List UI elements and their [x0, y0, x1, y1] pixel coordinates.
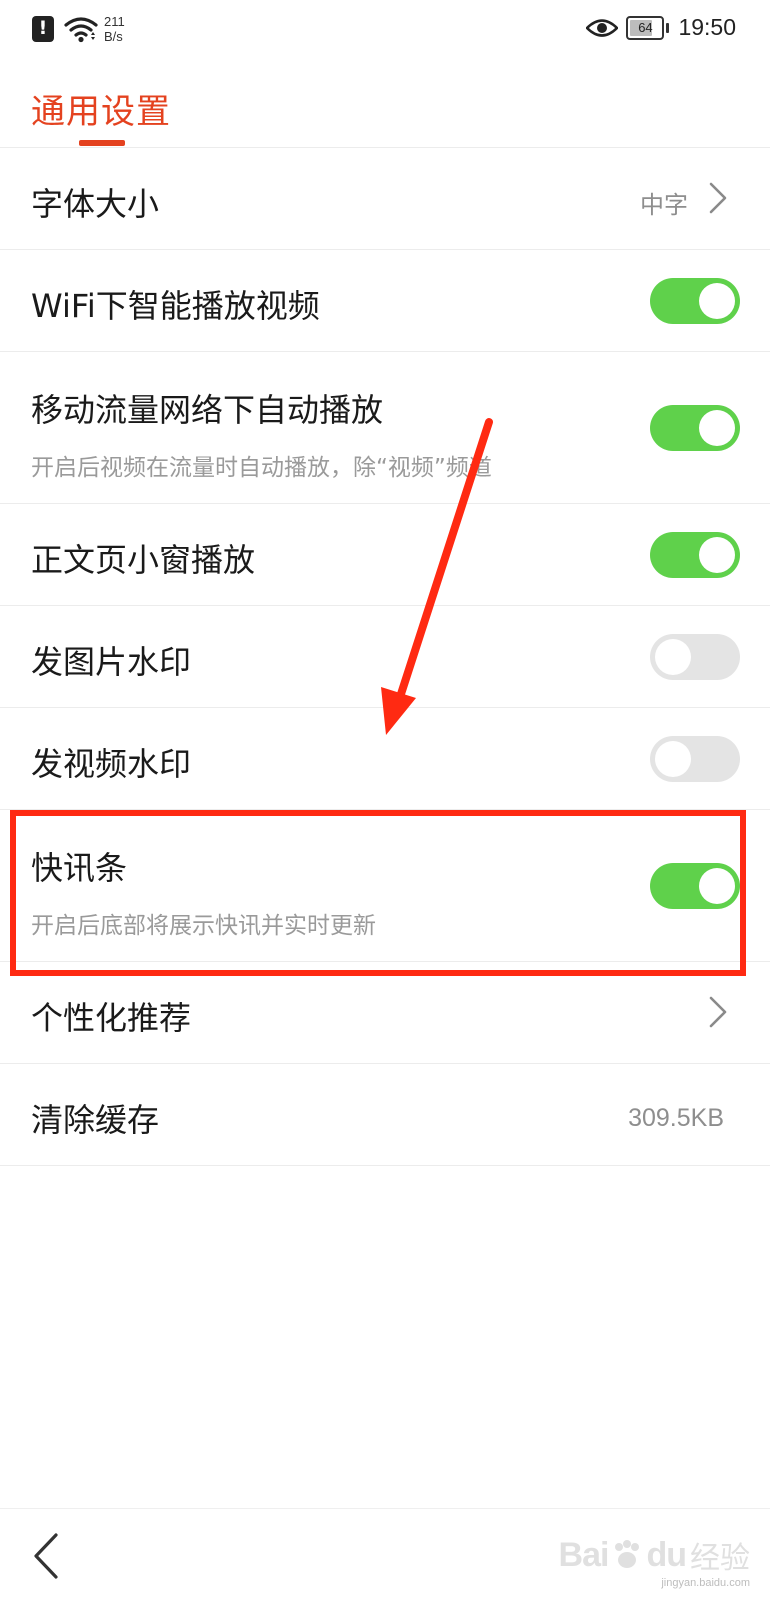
toggle-knob — [655, 741, 691, 777]
toggle-knob — [699, 410, 735, 446]
list-divider — [0, 1165, 770, 1166]
battery-level: 64 — [638, 19, 653, 35]
wifi-autoplay-toggle[interactable] — [650, 278, 740, 324]
clock: 19:50 — [678, 14, 736, 40]
watermark-url: jingyan.baidu.com — [661, 1577, 750, 1589]
cache-size: 309.5KB — [628, 1104, 724, 1132]
setting-label: 发视频水印 — [31, 745, 192, 783]
status-right: 64 19:50 — [586, 14, 736, 41]
setting-label: 清除缓存 — [31, 1101, 160, 1139]
chevron-right-icon — [709, 182, 727, 214]
mobile-autoplay-toggle[interactable] — [650, 405, 740, 451]
setting-article-mini-player: 正文页小窗播放 — [0, 503, 770, 605]
setting-description: 开启后视频在流量时自动播放，除“视频”频道 — [31, 455, 492, 481]
image-watermark-toggle[interactable] — [650, 634, 740, 680]
network-speed-unit: B/s — [104, 29, 123, 44]
network-speed: 211 B/s — [104, 14, 125, 44]
title-underline — [79, 140, 125, 146]
toggle-knob — [699, 537, 735, 573]
page-title: 通用设置 — [31, 92, 171, 132]
setting-mobile-autoplay: 移动流量网络下自动播放 开启后视频在流量时自动播放，除“视频”频道 — [0, 351, 770, 503]
setting-label: 正文页小窗播放 — [31, 541, 256, 579]
video-watermark-toggle[interactable] — [650, 736, 740, 782]
setting-video-watermark: 发视频水印 — [0, 707, 770, 809]
setting-label: 移动流量网络下自动播放 — [31, 391, 384, 429]
chevron-right-icon — [709, 996, 727, 1028]
paw-icon — [615, 1540, 640, 1568]
setting-value: 中字 — [640, 191, 688, 219]
network-speed-value: 211 — [104, 14, 125, 29]
toggle-knob — [699, 283, 735, 319]
watermark-tag: 经验 — [690, 1541, 750, 1576]
eye-icon — [586, 18, 619, 37]
setting-personalized-recommendation[interactable]: 个性化推荐 — [0, 961, 770, 1063]
status-left: 211 B/s — [32, 14, 125, 44]
setting-label: WiFi下智能播放视频 — [31, 287, 320, 325]
wifi-icon — [64, 17, 98, 43]
alert-icon — [32, 16, 54, 42]
toggle-knob — [655, 639, 691, 675]
setting-label: 字体大小 — [31, 185, 160, 223]
setting-image-watermark: 发图片水印 — [0, 605, 770, 707]
settings-list: 字体大小 中字 WiFi下智能播放视频 移动流量网络下自动播放 开启后视频在流量… — [0, 147, 770, 1166]
setting-label: 个性化推荐 — [31, 999, 192, 1037]
bottom-navigation: Bai du 经验 jingyan.baidu.com — [0, 1508, 770, 1601]
battery-icon: 64 — [626, 15, 670, 40]
annotation-highlight-box — [10, 810, 746, 976]
watermark-brand-suffix: du — [646, 1535, 687, 1574]
setting-clear-cache[interactable]: 清除缓存 309.5KB — [0, 1063, 770, 1165]
mini-player-toggle[interactable] — [650, 532, 740, 578]
setting-font-size[interactable]: 字体大小 中字 — [0, 147, 770, 249]
watermark-brand: Bai — [558, 1535, 610, 1574]
setting-label: 发图片水印 — [31, 643, 192, 681]
status-bar: 211 B/s 64 19:50 — [0, 0, 770, 62]
setting-wifi-autoplay: WiFi下智能播放视频 — [0, 249, 770, 351]
baidu-watermark: Bai du 经验 — [559, 1533, 750, 1577]
back-chevron-icon[interactable] — [28, 1531, 64, 1581]
